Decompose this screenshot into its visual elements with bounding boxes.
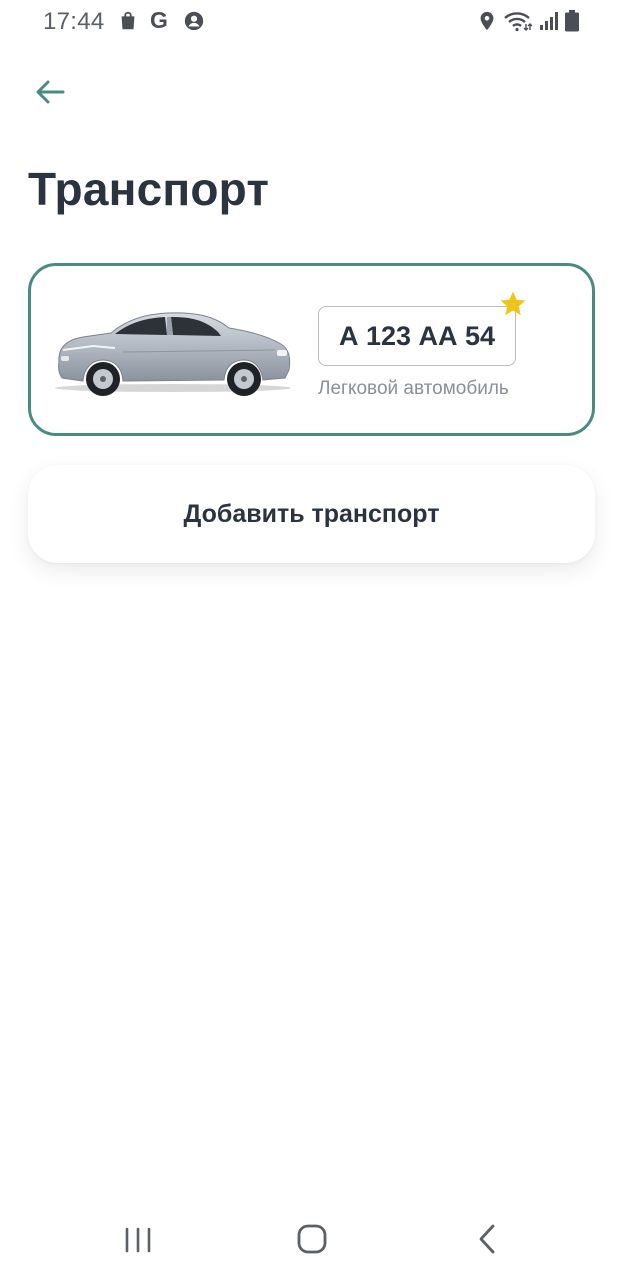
shopping-bag-icon [121, 11, 135, 30]
google-icon: G [150, 7, 168, 33]
status-time: 17:44 [43, 8, 105, 35]
signal-icon [540, 12, 558, 30]
add-transport-button[interactable]: Добавить транспорт [28, 465, 595, 563]
recents-icon[interactable] [122, 1224, 154, 1256]
status-bar: 17:44 G [0, 0, 623, 44]
license-plate: А 123 АА 54 [318, 306, 516, 366]
vehicle-type: Легковой автомобиль [318, 378, 509, 399]
back-icon[interactable] [474, 1222, 500, 1256]
account-icon [184, 11, 204, 31]
home-icon[interactable] [295, 1222, 329, 1256]
arrow-left-icon [36, 80, 65, 104]
battery-icon [565, 10, 579, 32]
back-button[interactable] [28, 70, 72, 114]
location-icon [480, 11, 494, 31]
wifi-icon [504, 12, 533, 32]
sedan-car-image [55, 312, 291, 396]
vehicle-card[interactable]: А 123 АА 54 Легковой автомобиль [28, 263, 595, 436]
navigation-bar [0, 1200, 623, 1280]
star-icon[interactable] [498, 289, 528, 319]
page-title: Транспорт [28, 163, 270, 215]
